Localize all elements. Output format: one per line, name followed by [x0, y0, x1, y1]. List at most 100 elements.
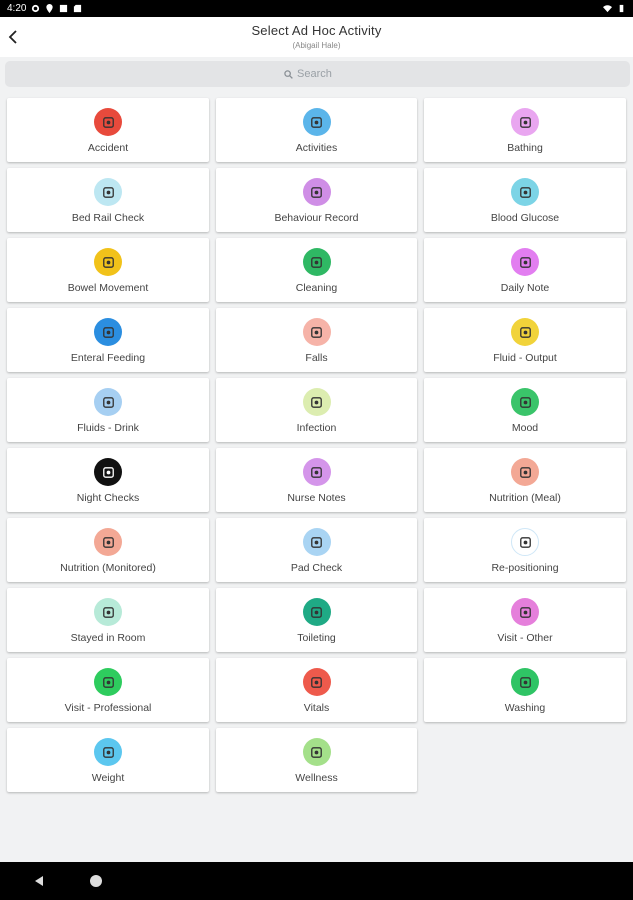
vitals-icon	[302, 668, 331, 696]
system-nav-bar	[0, 862, 633, 900]
activity-tile-enteral-feeding[interactable]: Enteral Feeding	[7, 308, 209, 372]
fluid-output-icon	[511, 318, 539, 346]
activity-label: Bowel Movement	[67, 282, 149, 294]
activity-tile-bed-rail-check[interactable]: Bed Rail Check	[7, 168, 209, 232]
activity-label: Blood Glucose	[490, 212, 560, 224]
activity-label: Bed Rail Check	[71, 212, 145, 224]
sd-card-icon	[74, 4, 82, 13]
activity-label: Accident	[87, 142, 129, 154]
search-bar[interactable]	[5, 61, 630, 87]
status-time: 4:20	[7, 3, 27, 14]
activity-label: Pad Check	[290, 562, 343, 574]
activity-tile-nurse-notes[interactable]: Nurse Notes	[216, 448, 417, 512]
wifi-icon	[603, 5, 612, 13]
activity-label: Nutrition (Monitored)	[60, 562, 156, 574]
activity-tile-daily-note[interactable]: Daily Note	[424, 238, 626, 302]
activity-label: Daily Note	[500, 282, 550, 294]
activity-tile-falls[interactable]: Falls	[216, 308, 417, 372]
activity-tile-behaviour-record[interactable]: Behaviour Record	[216, 168, 417, 232]
accident-icon	[94, 108, 122, 136]
activity-tile-cleaning[interactable]: Cleaning	[216, 238, 417, 302]
battery-icon	[619, 4, 624, 13]
nav-back-icon[interactable]	[33, 875, 45, 887]
activity-label: Wellness	[295, 772, 338, 784]
activity-label: Nurse Notes	[287, 492, 346, 504]
activity-tile-night-checks[interactable]: Night Checks	[7, 448, 209, 512]
activity-tile-visit-other[interactable]: Visit - Other	[424, 588, 626, 652]
behaviour-record-icon	[302, 178, 331, 206]
washing-icon	[511, 668, 539, 696]
activity-tile-visit-professional[interactable]: Visit - Professional	[7, 658, 209, 722]
mood-icon	[511, 388, 539, 416]
nav-home-icon[interactable]	[90, 875, 102, 887]
activity-tile-bowel-movement[interactable]: Bowel Movement	[7, 238, 209, 302]
activity-tile-washing[interactable]: Washing	[424, 658, 626, 722]
toileting-icon	[302, 598, 331, 626]
activity-label: Re-positioning	[491, 562, 559, 574]
page-title: Select Ad Hoc Activity	[251, 23, 382, 38]
activity-label: Behaviour Record	[274, 212, 359, 224]
falls-icon	[302, 318, 331, 346]
nutrition-meal-icon	[511, 458, 539, 486]
cleaning-icon	[302, 248, 331, 276]
activity-label: Weight	[91, 772, 125, 784]
status-bar: 4:20	[0, 0, 633, 17]
activity-label: Vitals	[303, 702, 330, 714]
nutrition-monitored-icon	[94, 528, 122, 556]
activity-label: Fluid - Output	[493, 352, 557, 364]
activity-tile-wellness[interactable]: Wellness	[216, 728, 417, 792]
activity-tile-mood[interactable]: Mood	[424, 378, 626, 442]
activity-label: Falls	[305, 352, 328, 364]
activity-label: Washing	[504, 702, 546, 714]
location-icon	[46, 4, 54, 13]
weight-icon	[94, 738, 122, 766]
activity-tile-toileting[interactable]: Toileting	[216, 588, 417, 652]
activity-tile-activities[interactable]: Activities	[216, 98, 417, 162]
fluids-drink-icon	[94, 388, 122, 416]
resident-name: (Abigail Hale)	[292, 41, 341, 50]
visit-professional-icon	[94, 668, 122, 696]
nurse-notes-icon	[302, 458, 331, 486]
visit-other-icon	[511, 598, 539, 626]
night-checks-icon	[94, 458, 122, 486]
blood-glucose-icon	[511, 178, 539, 206]
stayed-in-room-icon	[94, 598, 122, 626]
activity-tile-accident[interactable]: Accident	[7, 98, 209, 162]
search-input[interactable]	[297, 68, 351, 80]
activity-label: Activities	[295, 142, 338, 154]
activity-label: Mood	[511, 422, 539, 434]
activity-label: Night Checks	[76, 492, 140, 504]
activity-tile-fluid-output[interactable]: Fluid - Output	[424, 308, 626, 372]
activity-label: Nutrition (Meal)	[489, 492, 561, 504]
activity-tile-vitals[interactable]: Vitals	[216, 658, 417, 722]
activity-tile-re-positioning[interactable]: Re-positioning	[424, 518, 626, 582]
wellness-icon	[302, 738, 331, 766]
activity-label: Fluids - Drink	[77, 422, 139, 434]
activity-grid: Accident Activities Bathing Bed Rail Check B…	[7, 98, 627, 792]
activity-tile-nutrition-monitored[interactable]: Nutrition (Monitored)	[7, 518, 209, 582]
activity-label: Infection	[296, 422, 337, 434]
activity-tile-weight[interactable]: Weight	[7, 728, 209, 792]
activity-tile-blood-glucose[interactable]: Blood Glucose	[424, 168, 626, 232]
activity-tile-pad-check[interactable]: Pad Check	[216, 518, 417, 582]
image-icon	[60, 4, 68, 13]
enteral-feeding-icon	[94, 318, 122, 346]
activity-label: Visit - Professional	[64, 702, 152, 714]
activity-label: Toileting	[297, 632, 336, 644]
activity-label: Bathing	[507, 142, 543, 154]
activity-tile-stayed-in-room[interactable]: Stayed in Room	[7, 588, 209, 652]
activity-label: Stayed in Room	[70, 632, 146, 644]
activity-tile-nutrition-meal[interactable]: Nutrition (Meal)	[424, 448, 626, 512]
settings-icon	[32, 4, 40, 13]
activity-tile-infection[interactable]: Infection	[216, 378, 417, 442]
activity-label: Visit - Other	[497, 632, 553, 644]
bed-rail-icon	[94, 178, 122, 206]
bowel-movement-icon	[94, 248, 122, 276]
app-bar: Select Ad Hoc Activity (Abigail Hale)	[0, 17, 633, 57]
activity-tile-bathing[interactable]: Bathing	[424, 98, 626, 162]
bathing-icon	[511, 108, 539, 136]
activities-icon	[302, 108, 331, 136]
pad-check-icon	[302, 528, 331, 556]
repositioning-icon	[511, 528, 539, 556]
activity-tile-fluids-drink[interactable]: Fluids - Drink	[7, 378, 209, 442]
